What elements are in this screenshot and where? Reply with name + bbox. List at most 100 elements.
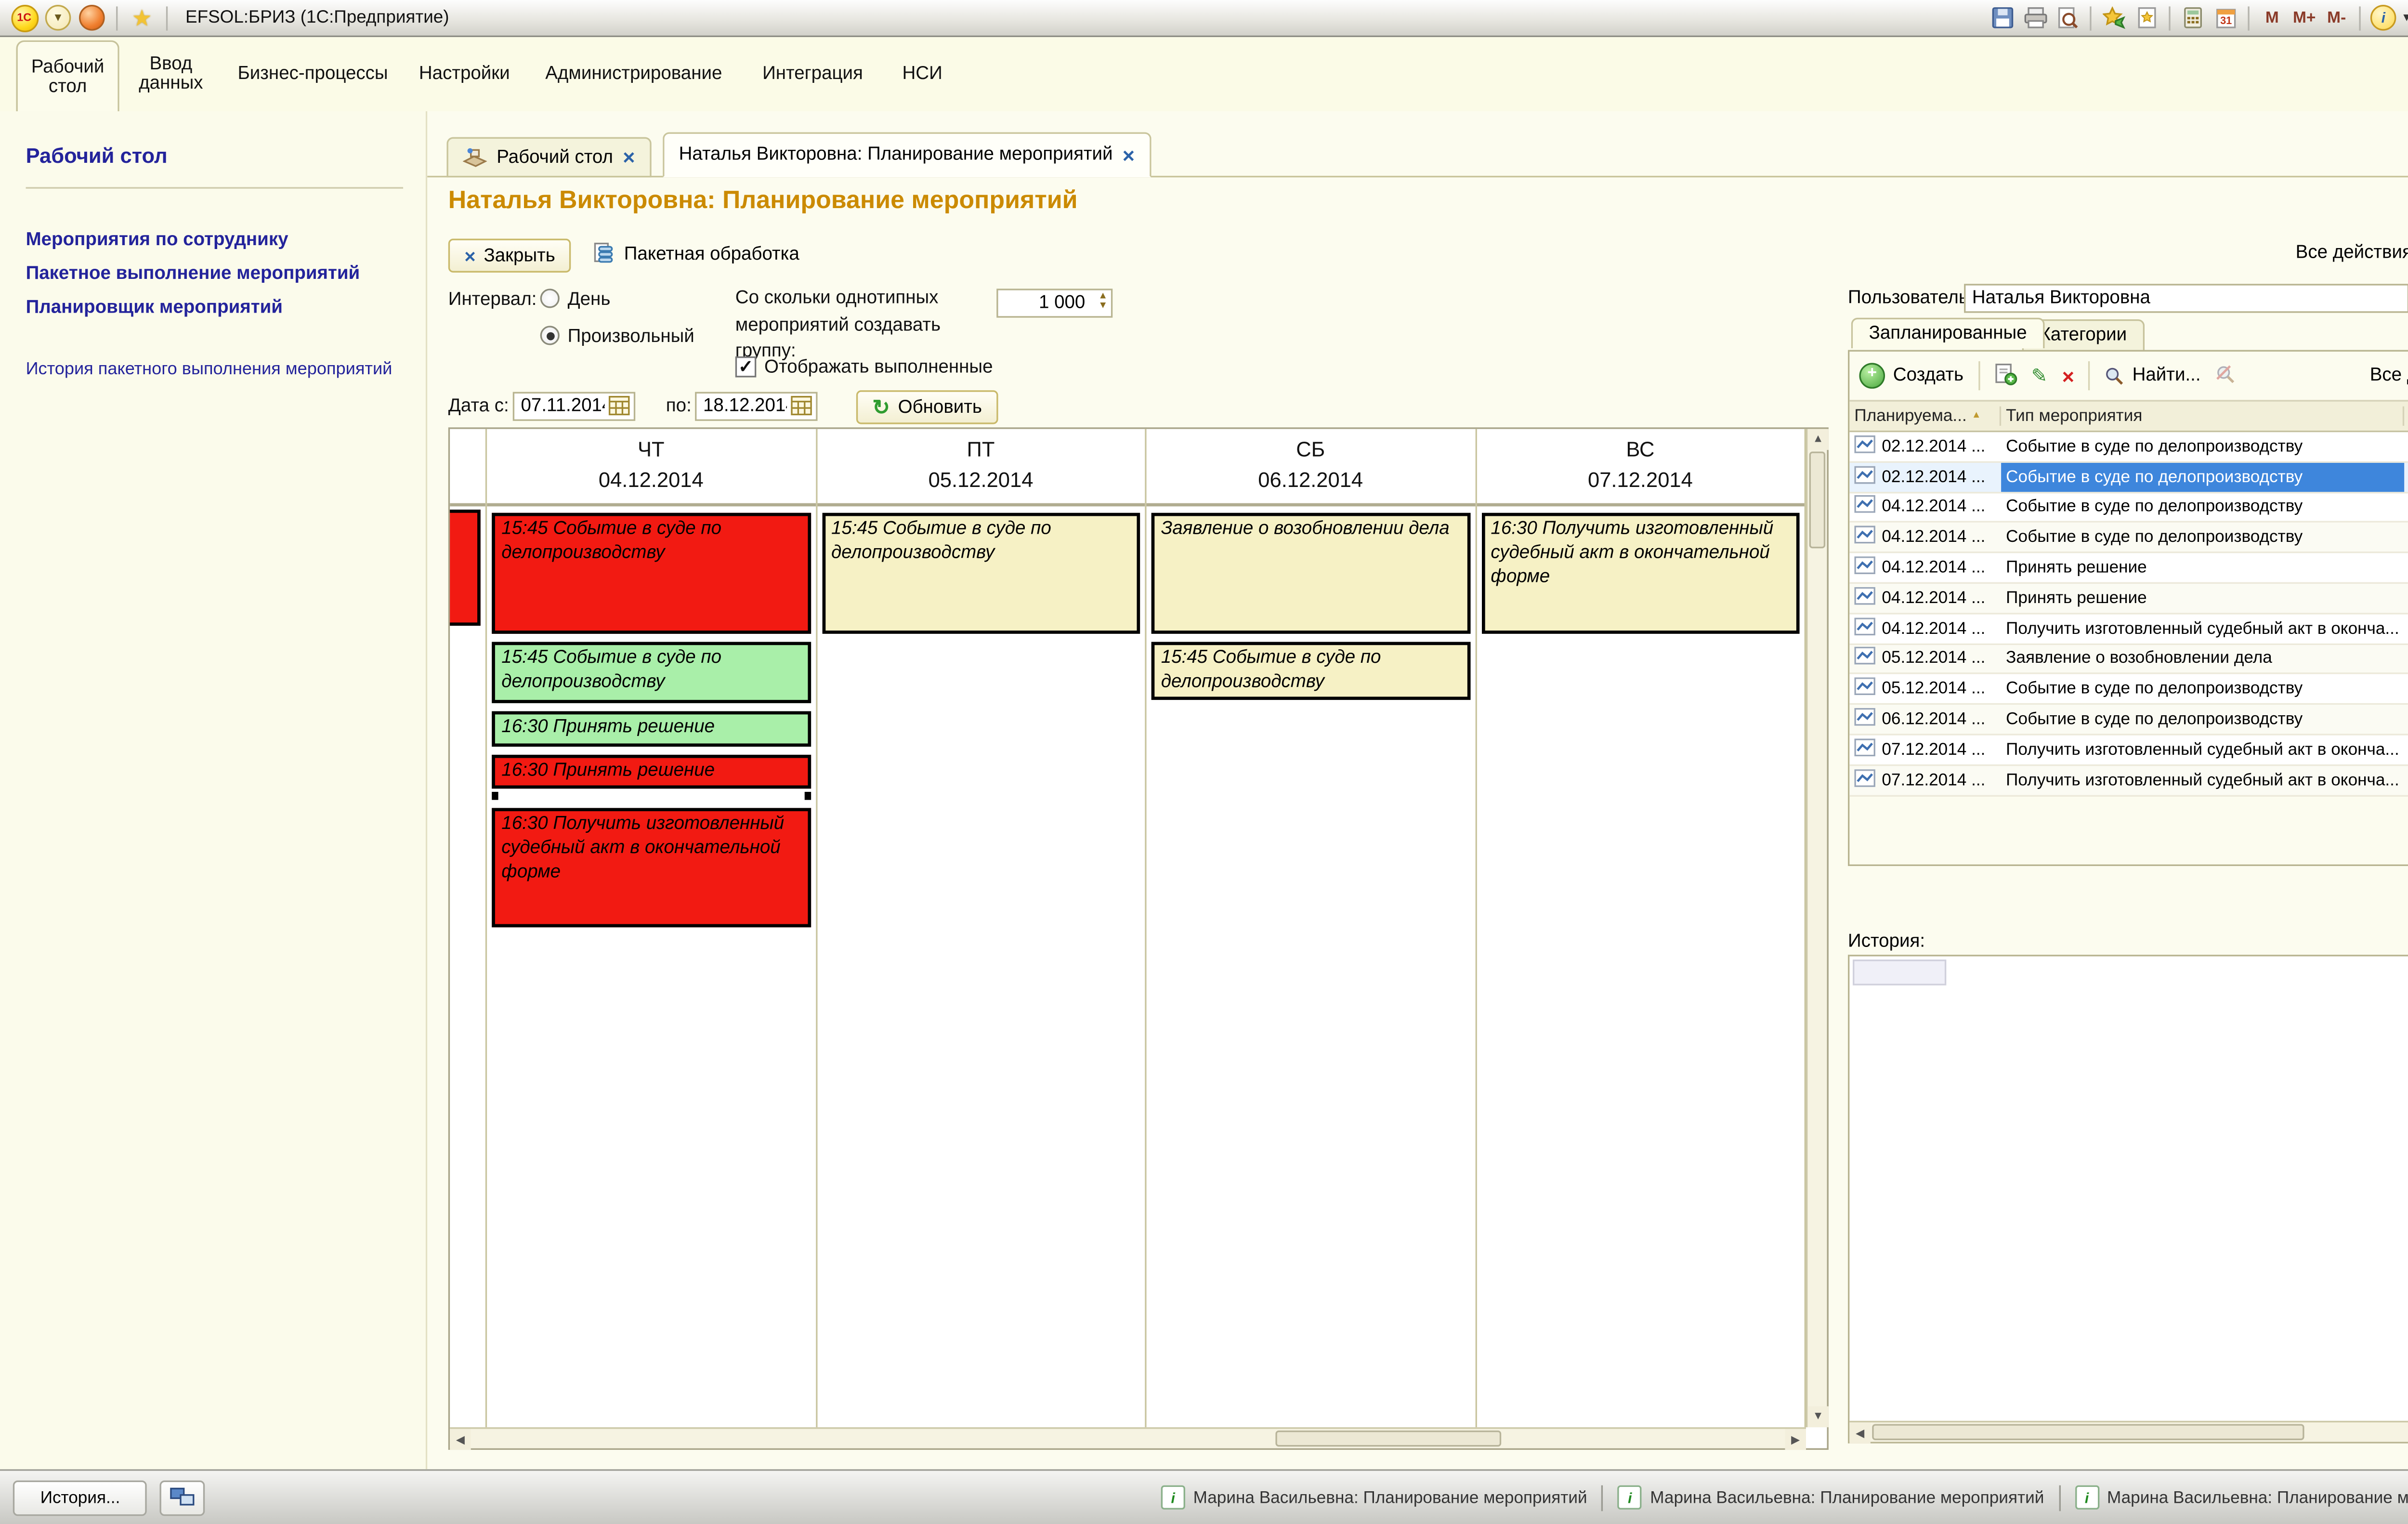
calendar-event[interactable]: 16:30 Принять решение <box>492 755 810 788</box>
menu-tab-2[interactable]: Ввод данных <box>119 37 222 111</box>
table-row[interactable]: 04.12.2014 ...Событие в суде по делопрои… <box>1849 523 2408 553</box>
scroll-left-icon[interactable]: ◀ <box>1849 1422 1871 1444</box>
table-row[interactable]: 04.12.2014 ...Событие в суде по делопрои… <box>1849 493 2408 523</box>
calendar-event[interactable]: 15:45 Событие в суде по делопроизводству <box>1152 642 1470 700</box>
tab-planned[interactable]: Запланированные <box>1851 318 2045 349</box>
interval-custom-radio[interactable] <box>540 326 560 345</box>
sidebar-divider <box>26 187 403 188</box>
calendar-event[interactable]: 15:45 Событие в суде по делопроизводству <box>492 513 810 634</box>
tab-close-icon[interactable]: × <box>623 147 635 168</box>
column-header-o[interactable]: О... <box>2404 407 2408 426</box>
sidebar-link-1[interactable]: Мероприятия по сотруднику <box>26 231 403 250</box>
interval-custom-label[interactable]: Произвольный <box>568 328 694 347</box>
sidebar-link-2[interactable]: Пакетное выполнение мероприятий <box>26 264 403 284</box>
favorites-list-icon[interactable] <box>2132 4 2161 31</box>
scrollbar-thumb[interactable] <box>1809 451 1825 548</box>
date-to-calendar-icon[interactable] <box>790 395 814 418</box>
scroll-up-icon[interactable]: ▲ <box>1807 429 1829 450</box>
table-row[interactable]: 06.12.2014 ...Событие в суде по делопрои… <box>1849 705 2408 736</box>
find-button[interactable]: Найти... <box>2105 366 2201 385</box>
main-menu-icon[interactable]: ▼ <box>43 4 72 31</box>
create-button[interactable]: + Создать <box>1859 363 1963 389</box>
cancel-search-icon[interactable] <box>2215 364 2235 388</box>
mdi-tab-planning[interactable]: Наталья Викторовна: Планирование меропри… <box>663 132 1151 178</box>
table-row[interactable]: 04.12.2014 ...Получить изготовленный суд… <box>1849 614 2408 644</box>
table-row[interactable]: 02.12.2014 ...Событие в суде по делопрои… <box>1849 462 2408 493</box>
print-icon[interactable] <box>2021 4 2050 31</box>
scroll-right-icon[interactable]: ▶ <box>1785 1429 1806 1450</box>
calendar-icon[interactable]: 31 <box>2211 4 2240 31</box>
menu-tab-1[interactable]: Рабочий стол <box>16 40 119 111</box>
table-row[interactable]: 02.12.2014 ...Событие в суде по делопрои… <box>1849 432 2408 462</box>
show-done-checkbox[interactable]: ✓ <box>735 356 757 378</box>
batch-processing-button[interactable]: Пакетная обработка <box>593 242 799 266</box>
calendar-event[interactable]: 15:45 Событие в суде по делопроизводству <box>822 513 1140 634</box>
cell-extra: 85... <box>2404 498 2408 517</box>
calendar-event[interactable]: 16:30 Принять решение <box>492 711 810 747</box>
scrollbar-thumb[interactable] <box>1872 1424 2304 1440</box>
favorites-star-icon[interactable]: ★ <box>128 4 157 31</box>
refresh-button[interactable]: ↻ Обновить <box>856 390 998 424</box>
delete-icon[interactable]: × <box>2062 364 2074 388</box>
event-resize-handle[interactable] <box>492 792 810 800</box>
menu-tab-7[interactable]: НСИ <box>884 37 961 111</box>
calendar-vertical-scrollbar[interactable]: ▲ ▼ <box>1806 429 1827 1428</box>
user-input[interactable] <box>1964 284 2408 313</box>
calendar-event[interactable]: 15:45 Событие в суде по делопроизводству <box>492 642 810 703</box>
mdi-tab-desktop[interactable]: Рабочий стол × <box>446 137 651 178</box>
menu-tab-4[interactable]: Настройки <box>403 37 525 111</box>
1c-logo-icon[interactable]: 1С <box>10 4 39 31</box>
group-threshold-spinner[interactable]: 1 000 ▲▼ <box>996 289 1112 317</box>
calendar-event[interactable]: 16:30 Получить изготовленный судебный ак… <box>1481 513 1799 634</box>
menu-tab-6[interactable]: Интеграция <box>742 37 884 111</box>
sessions-button[interactable] <box>160 1480 206 1515</box>
table-row[interactable]: 05.12.2014 ...Заявление о возобновлении … <box>1849 644 2408 675</box>
history-horizontal-scrollbar[interactable]: ◀ ▶ <box>1849 1421 2408 1442</box>
notification-item-1[interactable]: iМарина Васильевна: Планирование меропри… <box>1146 1485 1601 1510</box>
show-done-label[interactable]: Отображать выполненные <box>764 358 993 377</box>
scroll-down-icon[interactable]: ▼ <box>1807 1406 1829 1428</box>
calendar-event[interactable]: Заявление о возобновлении дела <box>1152 513 1470 634</box>
table-row[interactable]: 07.12.2014 ...Получить изготовленный суд… <box>1849 766 2408 796</box>
calendar-column-header: СБ06.12.2014 <box>1147 429 1475 507</box>
calculator-icon[interactable] <box>2179 4 2208 31</box>
spinner-arrows-icon[interactable]: ▲▼ <box>1098 292 1108 311</box>
date-from-calendar-icon[interactable] <box>608 395 632 418</box>
table-row[interactable]: 04.12.2014 ...Принять решение85... <box>1849 553 2408 584</box>
scrollbar-thumb[interactable] <box>1275 1431 1501 1446</box>
menu-tab-3[interactable]: Бизнес-процессы <box>222 37 403 111</box>
interval-day-label[interactable]: День <box>568 290 611 310</box>
info-icon[interactable]: i <box>2369 4 2398 31</box>
memory-m-minus-icon[interactable]: M- <box>2322 4 2351 31</box>
save-icon[interactable] <box>1989 4 2017 31</box>
close-form-button[interactable]: × Закрыть <box>448 239 572 273</box>
sidebar-link-history[interactable]: История пакетного выполнения мероприятий <box>26 360 403 379</box>
all-actions-button[interactable]: Все действия ▾ <box>2296 244 2408 263</box>
calendar-event-clipped[interactable] <box>450 510 481 626</box>
copy-button[interactable] <box>1994 362 2017 390</box>
service-icon[interactable] <box>78 4 106 31</box>
panel-all-actions-button[interactable]: Все действия▾ <box>2370 366 2408 385</box>
sidebar-link-3[interactable]: Планировщик мероприятий <box>26 298 403 317</box>
titlebar-separator <box>2090 6 2091 30</box>
memory-m-plus-icon[interactable]: M+ <box>2290 4 2319 31</box>
history-button[interactable]: История... <box>13 1480 148 1515</box>
column-header-event-type[interactable]: Тип мероприятия <box>2001 407 2404 426</box>
info-dropdown-icon[interactable]: ▼ <box>2401 12 2408 23</box>
edit-pencil-icon[interactable]: ✎ <box>2031 365 2048 387</box>
notification-item-3[interactable]: iМарина Васильевна: Планирование меропри… <box>2060 1485 2408 1510</box>
menu-tab-5[interactable]: Администрирование <box>526 37 742 111</box>
calendar-horizontal-scrollbar[interactable]: ◀ ▶ <box>450 1427 1806 1448</box>
column-header-planned-date[interactable]: Планируема...▲ <box>1849 407 2001 426</box>
notification-item-2[interactable]: iМарина Васильевна: Планирование меропри… <box>1603 1485 2058 1510</box>
print-preview-icon[interactable] <box>2053 4 2081 31</box>
tab-close-icon[interactable]: × <box>1123 145 1135 166</box>
scroll-left-icon[interactable]: ◀ <box>450 1429 471 1450</box>
interval-day-radio[interactable] <box>540 289 560 308</box>
table-row[interactable]: 05.12.2014 ...Событие в суде по делопрои… <box>1849 675 2408 705</box>
add-to-favorites-icon[interactable] <box>2100 4 2129 31</box>
table-row[interactable]: 04.12.2014 ...Принять решение85... <box>1849 584 2408 614</box>
calendar-event[interactable]: 16:30 Получить изготовленный судебный ак… <box>492 808 810 927</box>
memory-m-icon[interactable]: M <box>2258 4 2287 31</box>
table-row[interactable]: 07.12.2014 ...Получить изготовленный суд… <box>1849 736 2408 766</box>
